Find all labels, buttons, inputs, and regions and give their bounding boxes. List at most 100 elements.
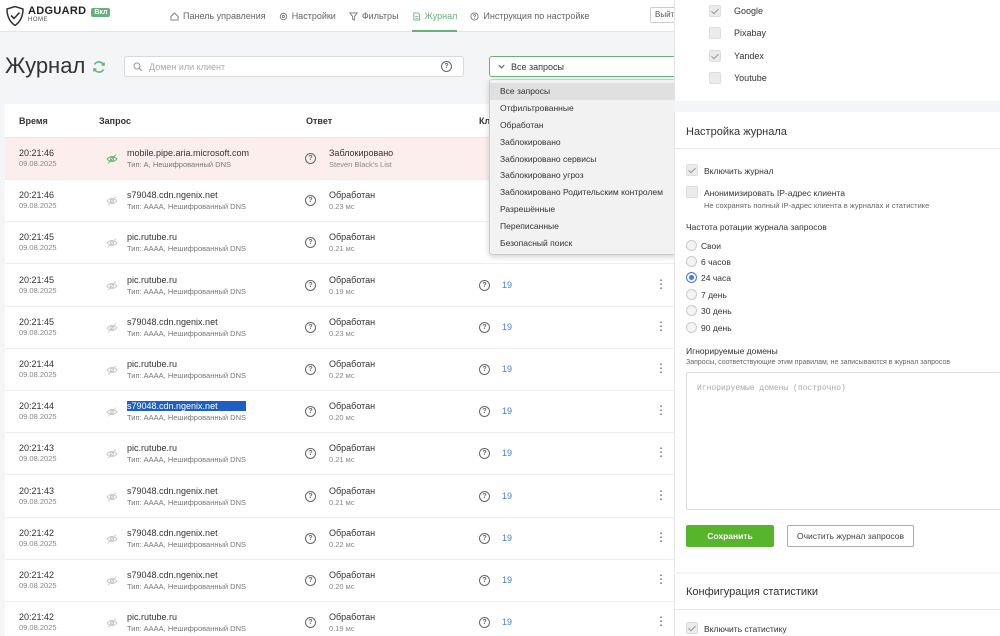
- service-yandex[interactable]: Yandex: [709, 50, 764, 62]
- response-help-icon[interactable]: ?: [305, 617, 316, 629]
- domain[interactable]: s79048.cdn.ngenix.net: [127, 317, 246, 327]
- dropdown-option[interactable]: Безопасный поиск: [490, 235, 674, 252]
- dropdown-option[interactable]: Разрешённые: [490, 201, 674, 218]
- rotation-option-30d[interactable]: 30 день: [686, 305, 732, 316]
- service-checkbox[interactable]: [709, 5, 721, 17]
- radio-button[interactable]: [686, 305, 697, 316]
- domain[interactable]: pic.rutube.ru: [127, 275, 246, 285]
- radio-button[interactable]: [686, 322, 697, 333]
- radio-button[interactable]: [686, 256, 697, 267]
- client-link[interactable]: 19: [502, 617, 512, 627]
- client-help-icon[interactable]: ?: [479, 490, 490, 502]
- response-help-icon[interactable]: ?: [305, 575, 316, 586]
- domain[interactable]: pic.rutube.ru: [127, 612, 246, 622]
- nav-filters[interactable]: Фильтры: [348, 0, 399, 32]
- domain[interactable]: pic.rutube.ru: [127, 232, 246, 242]
- response-help-icon[interactable]: ?: [305, 153, 316, 164]
- client-help-icon[interactable]: ?: [479, 406, 490, 418]
- more-options-icon[interactable]: ⋮: [655, 361, 667, 375]
- service-checkbox[interactable]: [709, 50, 721, 62]
- dropdown-option[interactable]: Заблокировано угроз: [490, 167, 674, 184]
- domain[interactable]: s79048.cdn.ngenix.net: [127, 486, 246, 496]
- checkbox[interactable]: [686, 164, 698, 176]
- checkbox[interactable]: [686, 622, 698, 634]
- response-help-icon[interactable]: ?: [305, 279, 316, 291]
- service-pixabay[interactable]: Pixabay: [709, 27, 766, 39]
- client-help-icon[interactable]: ?: [479, 617, 490, 629]
- client-help-icon[interactable]: ?: [479, 321, 490, 333]
- response-help-icon[interactable]: ?: [305, 448, 316, 460]
- domain[interactable]: mobile.pipe.aria.microsoft.com: [127, 148, 249, 158]
- client-link[interactable]: 19: [502, 280, 512, 290]
- anonymize-ip-checkbox[interactable]: Анонимизировать IP-адрес клиента Не сохр…: [686, 186, 929, 210]
- service-checkbox[interactable]: [709, 72, 721, 84]
- radio-button[interactable]: [686, 240, 697, 251]
- service-youtube[interactable]: Youtube: [709, 72, 767, 84]
- table-row[interactable]: 20:21:43 09.08.2025 s79048.cdn.ngenix.net Т…: [5, 475, 674, 518]
- more-options-icon[interactable]: ⋮: [655, 403, 667, 417]
- client-help-icon[interactable]: ?: [479, 532, 490, 544]
- search-input[interactable]: [149, 61, 429, 72]
- more-options-icon[interactable]: ⋮: [655, 445, 667, 459]
- rotation-option-90d[interactable]: 90 день: [686, 322, 732, 333]
- client-help-icon[interactable]: ?: [479, 448, 490, 460]
- dropdown-option[interactable]: Заблокировано Родительским контролем: [490, 184, 674, 201]
- domain[interactable]: s79048.cdn.ngenix.net: [127, 190, 246, 200]
- enable-stats-checkbox[interactable]: Включить статистику: [686, 622, 787, 634]
- nav-setup-guide[interactable]: Инструкция по настройке: [470, 0, 589, 32]
- dropdown-option[interactable]: Отфильтрованные: [490, 100, 674, 117]
- domain[interactable]: s79048.cdn.ngenix.net: [127, 570, 246, 580]
- dropdown-option[interactable]: Переписанные: [490, 218, 674, 235]
- table-row[interactable]: 20:21:45 09.08.2025 s79048.cdn.ngenix.net Т…: [5, 306, 674, 349]
- response-help-icon[interactable]: ?: [305, 195, 316, 207]
- domain[interactable]: s79048.cdn.ngenix.net: [127, 401, 247, 412]
- response-filter-select[interactable]: Все запросы: [489, 56, 674, 77]
- table-row[interactable]: 20:21:43 09.08.2025 pic.rutube.ru Тип: AAAA…: [5, 433, 674, 476]
- search-help-icon[interactable]: ?: [441, 61, 452, 72]
- response-help-icon[interactable]: ?: [305, 237, 316, 249]
- client-link[interactable]: 19: [502, 533, 512, 543]
- nav-settings[interactable]: Настройки: [279, 0, 336, 32]
- nav-query-log[interactable]: Журнал: [411, 0, 457, 32]
- more-options-icon[interactable]: ⋮: [655, 530, 667, 544]
- rotation-option-7d[interactable]: 7 день: [686, 289, 727, 300]
- client-help-icon[interactable]: ?: [479, 279, 490, 291]
- adguard-logo[interactable]: ADGUARD HOME Вкл: [6, 6, 111, 26]
- domain[interactable]: pic.rutube.ru: [127, 359, 246, 369]
- table-row[interactable]: 20:21:42 09.08.2025 pic.rutube.ru Тип: AAAA…: [5, 602, 674, 636]
- table-row[interactable]: 20:21:44 09.08.2025 s79048.cdn.ngenix.net Т…: [5, 391, 674, 434]
- radio-button[interactable]: [686, 289, 697, 300]
- table-row[interactable]: 20:21:42 09.08.2025 s79048.cdn.ngenix.net Т…: [5, 560, 674, 602]
- service-checkbox[interactable]: [709, 27, 721, 39]
- checkbox[interactable]: [686, 186, 698, 198]
- client-help-icon[interactable]: ?: [479, 364, 490, 375]
- response-help-icon[interactable]: ?: [305, 532, 316, 544]
- nav-dashboard[interactable]: Панель управления: [170, 0, 266, 32]
- client-link[interactable]: 19: [502, 364, 512, 374]
- refresh-icon[interactable]: [92, 60, 106, 74]
- radio-button[interactable]: [686, 272, 697, 283]
- service-google[interactable]: Google: [709, 5, 763, 17]
- table-row[interactable]: 20:21:42 09.08.2025 s79048.cdn.ngenix.net Т…: [5, 517, 674, 560]
- response-help-icon[interactable]: ?: [305, 406, 316, 418]
- dropdown-option[interactable]: Заблокировано сервисы: [490, 151, 674, 168]
- more-options-icon[interactable]: ⋮: [655, 614, 667, 628]
- ignored-domains-textarea[interactable]: Игнорируемые домены (построчно): [686, 372, 1000, 510]
- response-help-icon[interactable]: ?: [305, 490, 316, 502]
- response-help-icon[interactable]: ?: [305, 321, 316, 333]
- table-row[interactable]: 20:21:44 09.08.2025 pic.rutube.ru Тип: AAAA…: [5, 349, 674, 391]
- enable-log-checkbox[interactable]: Включить журнал: [686, 164, 774, 176]
- clear-log-button[interactable]: Очистить журнал запросов: [787, 525, 914, 547]
- table-row[interactable]: 20:21:45 09.08.2025 pic.rutube.ru Тип: AAAA…: [5, 264, 674, 307]
- dropdown-option[interactable]: Обработан: [490, 117, 674, 134]
- domain[interactable]: s79048.cdn.ngenix.net: [127, 528, 246, 538]
- client-help-icon[interactable]: ?: [479, 575, 490, 586]
- rotation-option-custom[interactable]: Свои: [686, 240, 721, 251]
- dropdown-option[interactable]: Заблокировано: [490, 134, 674, 151]
- logout-button[interactable]: Выйт: [650, 7, 674, 23]
- client-link[interactable]: 19: [502, 448, 512, 458]
- more-options-icon[interactable]: ⋮: [655, 277, 667, 291]
- rotation-option-6h[interactable]: 6 часов: [686, 256, 731, 267]
- save-button[interactable]: Сохранить: [686, 525, 774, 547]
- client-link[interactable]: 19: [502, 322, 512, 332]
